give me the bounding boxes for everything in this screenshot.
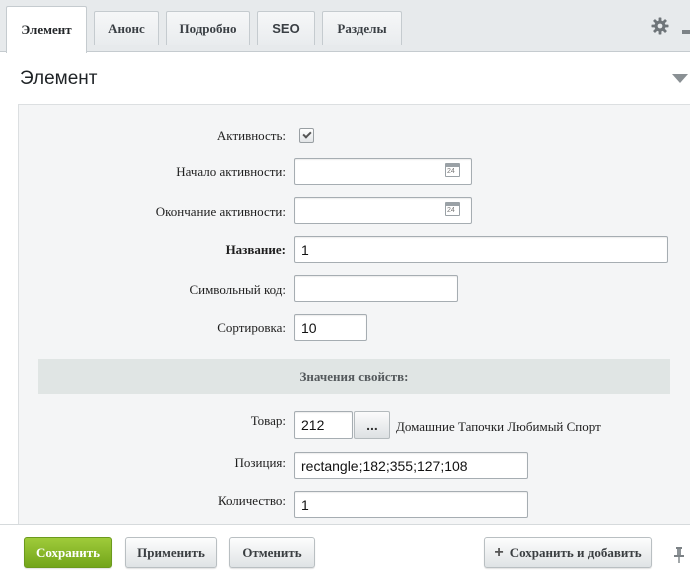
plus-icon: + [494, 543, 504, 561]
save-button[interactable]: Сохранить [24, 537, 112, 568]
code-label: Символьный код: [189, 282, 286, 297]
active-to-label: Окончание активности: [155, 204, 286, 219]
active-label: Активность: [216, 128, 286, 143]
save-and-add-button[interactable]: + Сохранить и добавить [484, 537, 652, 568]
calendar-icon[interactable]: 24 [445, 202, 460, 216]
cancel-button[interactable]: Отменить [229, 537, 315, 568]
section-title: Элемент [20, 68, 98, 89]
tab-sections[interactable]: Разделы [322, 11, 402, 45]
save-and-add-label: Сохранить и добавить [509, 544, 642, 560]
position-label: Позиция: [234, 455, 287, 470]
active-from-label: Начало активности: [176, 164, 286, 179]
active-checkbox[interactable] [299, 128, 314, 143]
tabs-bar: Элемент Анонс Подробно SEO Разделы [0, 0, 690, 53]
product-name: Домашние Тапочки Любимый Спорт [396, 419, 601, 434]
product-label: Товар: [250, 413, 286, 428]
window-control-icon[interactable] [682, 30, 690, 34]
tab-element[interactable]: Элемент [6, 6, 87, 53]
sort-label: Сортировка: [217, 320, 286, 335]
code-input[interactable] [294, 275, 458, 302]
product-id-input[interactable]: 212 [294, 411, 353, 439]
sort-input[interactable]: 10 [294, 314, 367, 341]
name-input[interactable]: 1 [294, 236, 668, 263]
product-select-button[interactable]: ... [354, 411, 390, 439]
tab-seo[interactable]: SEO [257, 11, 315, 45]
tab-details[interactable]: Подробно [166, 11, 250, 45]
position-input[interactable]: rectangle;182;355;127;108 [294, 452, 528, 479]
gear-icon[interactable] [651, 17, 669, 35]
properties-header: Значения свойств: [38, 359, 670, 394]
triangle-down-icon[interactable] [672, 74, 688, 83]
name-label: Название: [225, 242, 286, 257]
apply-button[interactable]: Применить [125, 537, 217, 568]
pin-icon[interactable] [673, 547, 685, 563]
calendar-icon[interactable]: 24 [445, 163, 460, 177]
tab-announce[interactable]: Анонс [94, 11, 159, 45]
quantity-label: Количество: [217, 493, 286, 508]
quantity-input[interactable]: 1 [294, 491, 528, 518]
